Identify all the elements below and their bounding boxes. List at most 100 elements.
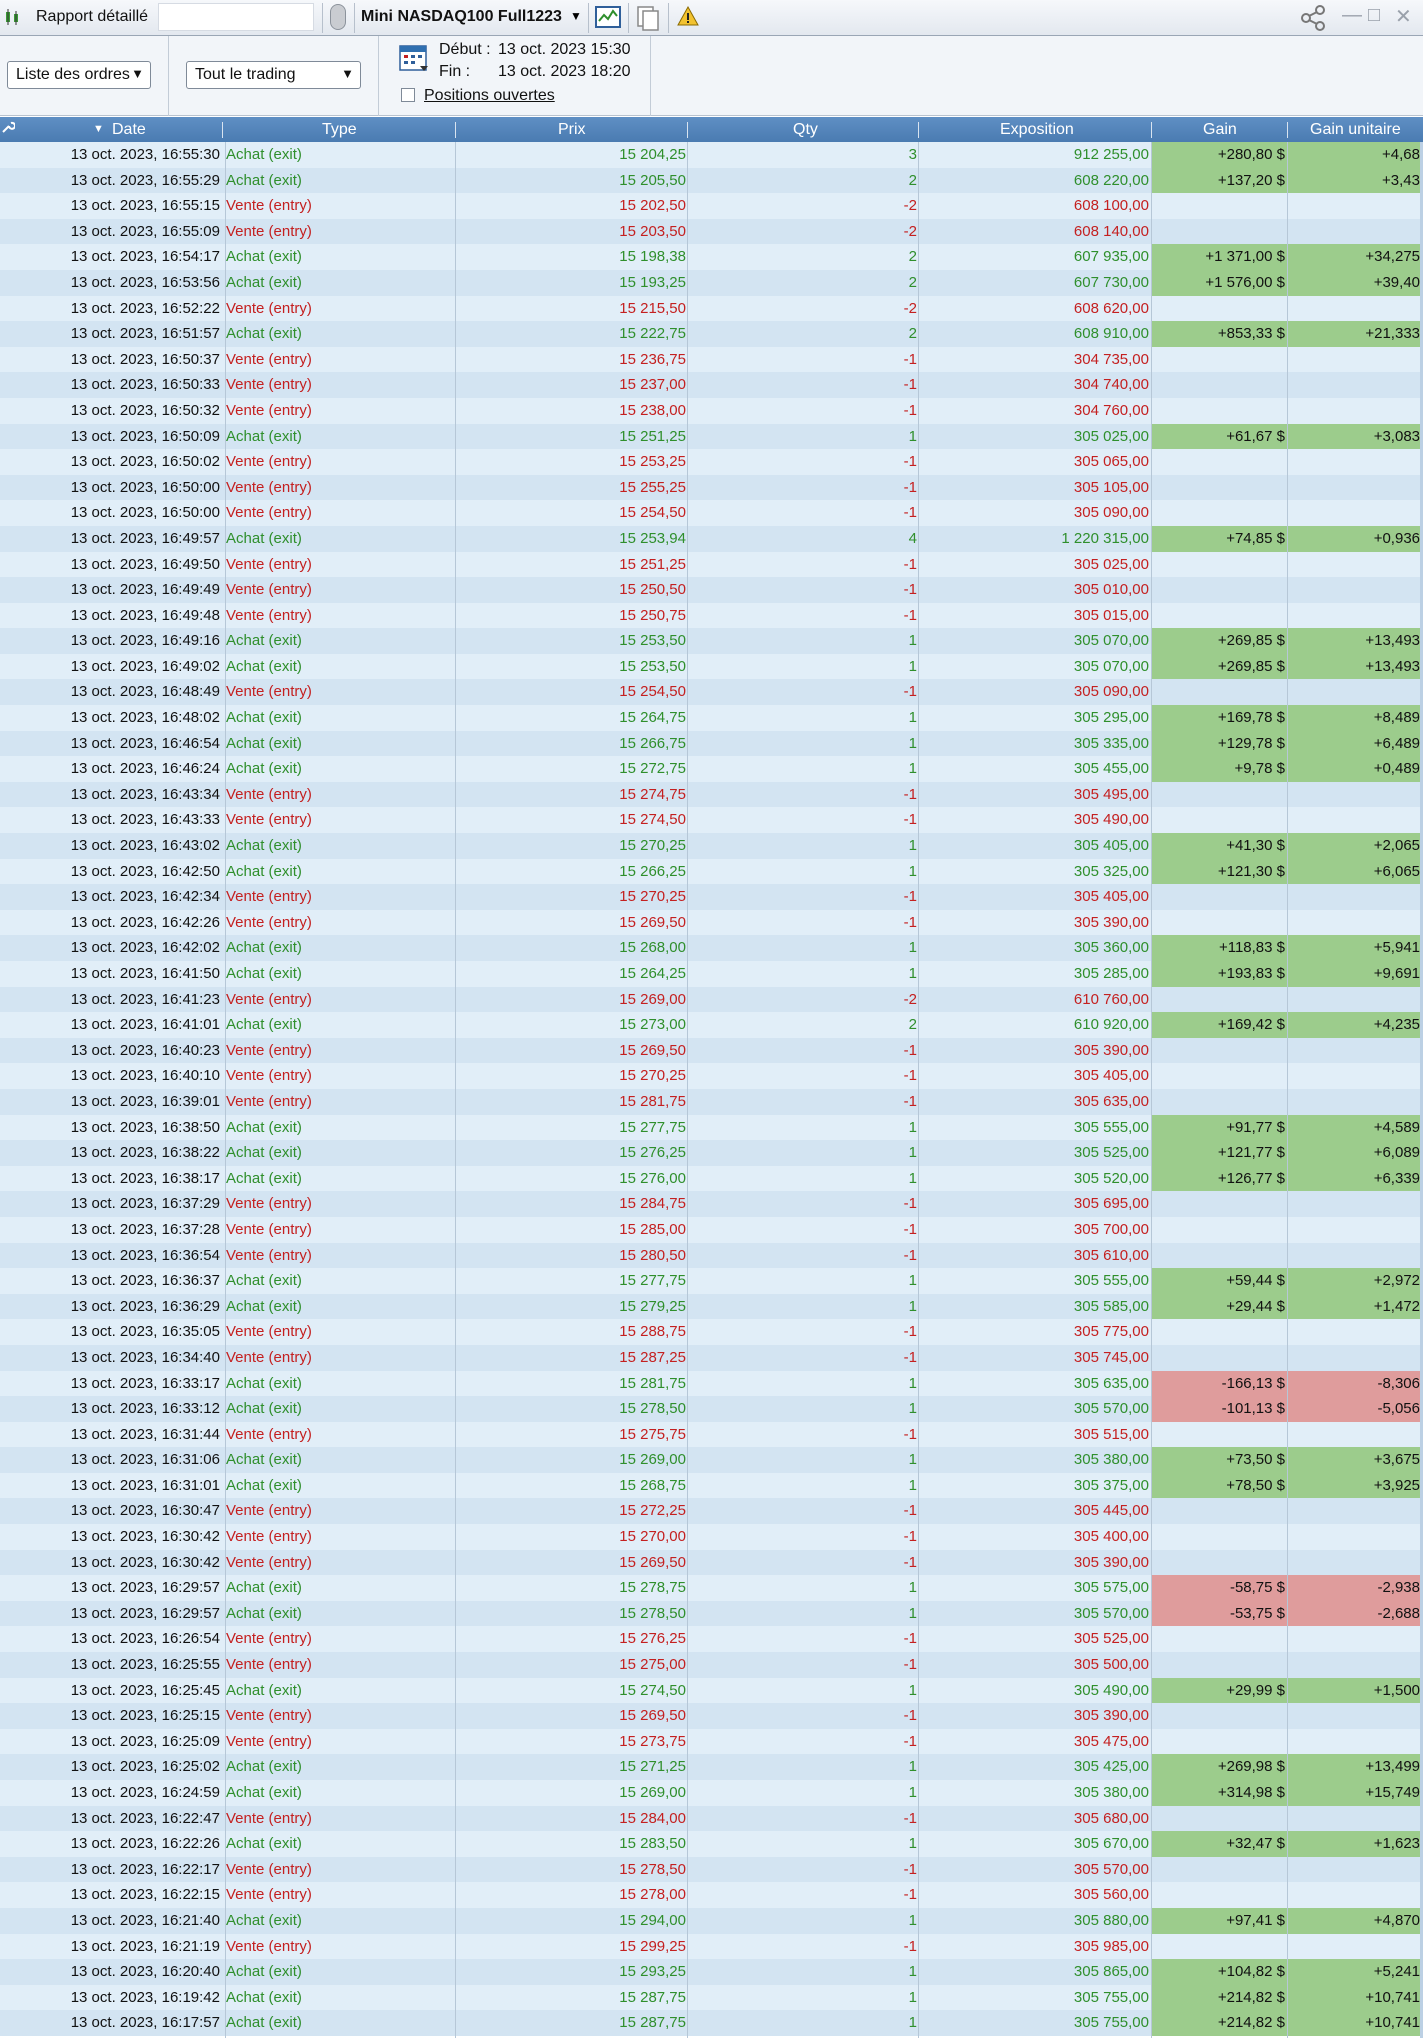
table-row[interactable]: 13 oct. 2023, 16:50:32 Vente (entry) 15 23… (0, 397, 1423, 424)
table-row[interactable]: 13 oct. 2023, 16:50:33 Vente (entry) 15 23… (0, 372, 1423, 398)
calendar-icon[interactable] (398, 42, 430, 74)
instrument-selector[interactable]: Mini NASDAQ100 Full1223 (361, 8, 562, 26)
share-icon[interactable] (1300, 4, 1330, 32)
table-row[interactable]: 13 oct. 2023, 16:41:50 Achat (exit) 15 264… (0, 961, 1423, 987)
table-row[interactable]: 13 oct. 2023, 16:25:02 Achat (exit) 15 271… (0, 1754, 1423, 1780)
table-row[interactable]: 13 oct. 2023, 16:26:54 Vente (entry) 15 27… (0, 1626, 1423, 1653)
table-row[interactable]: 13 oct. 2023, 16:49:16 Achat (exit) 15 253… (0, 628, 1423, 654)
table-row[interactable]: 13 oct. 2023, 16:42:26 Vente (entry) 15 26… (0, 909, 1423, 936)
table-row[interactable]: 13 oct. 2023, 16:46:54 Achat (exit) 15 266… (0, 730, 1423, 757)
table-row[interactable]: 13 oct. 2023, 16:50:09 Achat (exit) 15 251… (0, 423, 1423, 450)
table-row[interactable]: 13 oct. 2023, 16:43:02 Achat (exit) 15 270… (0, 833, 1423, 859)
table-row[interactable]: 13 oct. 2023, 16:41:01 Achat (exit) 15 273… (0, 1012, 1423, 1038)
table-row[interactable]: 13 oct. 2023, 16:38:50 Achat (exit) 15 277… (0, 1114, 1423, 1141)
table-row[interactable]: 13 oct. 2023, 16:37:29 Vente (entry) 15 28… (0, 1191, 1423, 1217)
table-row[interactable]: 13 oct. 2023, 16:30:42 Vente (entry) 15 26… (0, 1549, 1423, 1576)
column-header-qty[interactable]: Qty (793, 121, 818, 139)
table-row[interactable]: 13 oct. 2023, 16:36:37 Achat (exit) 15 277… (0, 1268, 1423, 1294)
table-row[interactable]: 13 oct. 2023, 16:50:02 Vente (entry) 15 25… (0, 449, 1423, 475)
table-row[interactable]: 13 oct. 2023, 16:49:57 Achat (exit) 15 253… (0, 525, 1423, 552)
table-row[interactable]: 13 oct. 2023, 16:38:17 Achat (exit) 15 276… (0, 1165, 1423, 1192)
table-row[interactable]: 13 oct. 2023, 16:33:12 Achat (exit) 15 278… (0, 1396, 1423, 1422)
table-row[interactable]: 13 oct. 2023, 16:30:42 Vente (entry) 15 27… (0, 1524, 1423, 1550)
wrench-icon[interactable] (1, 120, 15, 134)
table-row[interactable]: 13 oct. 2023, 16:49:48 Vente (entry) 15 25… (0, 602, 1423, 629)
close-icon[interactable]: ✕ (1395, 4, 1412, 29)
table-row[interactable]: 13 oct. 2023, 16:46:24 Achat (exit) 15 272… (0, 756, 1423, 782)
open-positions-label[interactable]: Positions ouvertes (424, 87, 555, 105)
table-row[interactable]: 13 oct. 2023, 16:21:19 Vente (entry) 15 29… (0, 1933, 1423, 1960)
table-row[interactable]: 13 oct. 2023, 16:24:59 Achat (exit) 15 269… (0, 1780, 1423, 1806)
column-header-type[interactable]: Type (322, 121, 357, 139)
account-field[interactable] (158, 3, 314, 31)
table-row[interactable]: 13 oct. 2023, 16:51:57 Achat (exit) 15 222… (0, 321, 1423, 347)
document-icon[interactable] (636, 5, 660, 31)
warning-icon[interactable] (677, 5, 699, 27)
table-row[interactable]: 13 oct. 2023, 16:55:09 Vente (entry) 15 20… (0, 218, 1423, 245)
table-row[interactable]: 13 oct. 2023, 16:52:22 Vente (entry) 15 21… (0, 295, 1423, 322)
column-header-exposition[interactable]: Exposition (1000, 121, 1074, 139)
table-row[interactable]: 13 oct. 2023, 16:50:00 Vente (entry) 15 25… (0, 500, 1423, 526)
chevron-down-icon[interactable]: ▼ (570, 9, 582, 23)
table-row[interactable]: 13 oct. 2023, 16:42:34 Vente (entry) 15 27… (0, 884, 1423, 910)
link-icon[interactable] (330, 4, 346, 30)
table-row[interactable]: 13 oct. 2023, 16:25:15 Vente (entry) 15 26… (0, 1703, 1423, 1729)
open-positions-checkbox[interactable] (401, 88, 415, 102)
table-row[interactable]: 13 oct. 2023, 16:55:29 Achat (exit) 15 205… (0, 167, 1423, 194)
table-row[interactable]: 13 oct. 2023, 16:30:47 Vente (entry) 15 27… (0, 1498, 1423, 1525)
table-row[interactable]: 13 oct. 2023, 16:42:50 Achat (exit) 15 266… (0, 858, 1423, 885)
table-row[interactable]: 13 oct. 2023, 16:50:00 Vente (entry) 15 25… (0, 474, 1423, 501)
table-row[interactable]: 13 oct. 2023, 16:34:40 Vente (entry) 15 28… (0, 1344, 1423, 1371)
table-row[interactable]: 13 oct. 2023, 16:29:57 Achat (exit) 15 278… (0, 1575, 1423, 1601)
table-row[interactable]: 13 oct. 2023, 16:31:06 Achat (exit) 15 269… (0, 1447, 1423, 1473)
column-header-date[interactable]: Date (112, 121, 146, 139)
minimize-icon[interactable]: — (1342, 4, 1362, 27)
table-row[interactable]: 13 oct. 2023, 16:35:05 Vente (entry) 15 28… (0, 1319, 1423, 1345)
table-row[interactable]: 13 oct. 2023, 16:40:10 Vente (entry) 15 27… (0, 1063, 1423, 1089)
order-list-select[interactable]: Liste des ordres ▼ (7, 61, 151, 89)
table-row[interactable]: 13 oct. 2023, 16:31:44 Vente (entry) 15 27… (0, 1421, 1423, 1448)
table-row[interactable]: 13 oct. 2023, 16:37:28 Vente (entry) 15 28… (0, 1216, 1423, 1243)
chart-icon[interactable] (595, 5, 621, 29)
table-row[interactable]: 13 oct. 2023, 16:50:37 Vente (entry) 15 23… (0, 346, 1423, 373)
table-row[interactable]: 13 oct. 2023, 16:22:17 Vente (entry) 15 27… (0, 1856, 1423, 1883)
table-row[interactable]: 13 oct. 2023, 16:42:02 Achat (exit) 15 268… (0, 935, 1423, 961)
table-row[interactable]: 13 oct. 2023, 16:17:57 Achat (exit) 15 287… (0, 2010, 1423, 2036)
table-row[interactable]: 13 oct. 2023, 16:20:40 Achat (exit) 15 293… (0, 1959, 1423, 1985)
table-row[interactable]: 13 oct. 2023, 16:54:17 Achat (exit) 15 198… (0, 244, 1423, 270)
table-row[interactable]: 13 oct. 2023, 16:40:23 Vente (entry) 15 26… (0, 1037, 1423, 1064)
sort-descending-icon[interactable]: ▼ (93, 123, 104, 135)
column-header-gain-unitaire[interactable]: Gain unitaire (1310, 121, 1401, 139)
table-row[interactable]: 13 oct. 2023, 16:31:01 Achat (exit) 15 268… (0, 1472, 1423, 1499)
table-row[interactable]: 13 oct. 2023, 16:49:02 Achat (exit) 15 253… (0, 653, 1423, 680)
table-row[interactable]: 13 oct. 2023, 16:33:17 Achat (exit) 15 281… (0, 1370, 1423, 1397)
table-row[interactable]: 13 oct. 2023, 16:55:15 Vente (entry) 15 20… (0, 193, 1423, 219)
table-row[interactable]: 13 oct. 2023, 16:36:29 Achat (exit) 15 279… (0, 1293, 1423, 1320)
table-row[interactable]: 13 oct. 2023, 16:55:30 Achat (exit) 15 204… (0, 142, 1423, 168)
table-row[interactable]: 13 oct. 2023, 16:36:54 Vente (entry) 15 28… (0, 1242, 1423, 1269)
table-row[interactable]: 13 oct. 2023, 16:39:01 Vente (entry) 15 28… (0, 1088, 1423, 1115)
table-row[interactable]: 13 oct. 2023, 16:25:45 Achat (exit) 15 274… (0, 1677, 1423, 1704)
column-header-gain[interactable]: Gain (1203, 121, 1237, 139)
table-row[interactable]: 13 oct. 2023, 16:22:15 Vente (entry) 15 27… (0, 1882, 1423, 1908)
table-row[interactable]: 13 oct. 2023, 16:48:49 Vente (entry) 15 25… (0, 679, 1423, 706)
table-row[interactable]: 13 oct. 2023, 16:22:26 Achat (exit) 15 283… (0, 1831, 1423, 1857)
table-row[interactable]: 13 oct. 2023, 16:48:02 Achat (exit) 15 264… (0, 705, 1423, 731)
column-header-prix[interactable]: Prix (558, 121, 586, 139)
table-row[interactable]: 13 oct. 2023, 16:25:09 Vente (entry) 15 27… (0, 1728, 1423, 1755)
table-row[interactable]: 13 oct. 2023, 16:41:23 Vente (entry) 15 26… (0, 986, 1423, 1013)
end-date[interactable]: 13 oct. 2023 18:20 (498, 63, 631, 81)
table-row[interactable]: 13 oct. 2023, 16:53:56 Achat (exit) 15 193… (0, 269, 1423, 296)
trading-scope-select[interactable]: Tout le trading ▼ (186, 61, 361, 89)
table-row[interactable]: 13 oct. 2023, 16:49:49 Vente (entry) 15 25… (0, 577, 1423, 603)
start-date[interactable]: 13 oct. 2023 15:30 (498, 41, 631, 59)
table-row[interactable]: 13 oct. 2023, 16:29:57 Achat (exit) 15 278… (0, 1600, 1423, 1627)
table-row[interactable]: 13 oct. 2023, 16:19:42 Achat (exit) 15 287… (0, 1984, 1423, 2011)
table-row[interactable]: 13 oct. 2023, 16:43:34 Vente (entry) 15 27… (0, 781, 1423, 808)
table-row[interactable]: 13 oct. 2023, 16:22:47 Vente (entry) 15 28… (0, 1805, 1423, 1832)
table-row[interactable]: 13 oct. 2023, 16:25:55 Vente (entry) 15 27… (0, 1652, 1423, 1678)
table-row[interactable]: 13 oct. 2023, 16:43:33 Vente (entry) 15 27… (0, 807, 1423, 834)
table-row[interactable]: 13 oct. 2023, 16:21:40 Achat (exit) 15 294… (0, 1907, 1423, 1934)
table-row[interactable]: 13 oct. 2023, 16:49:50 Vente (entry) 15 25… (0, 551, 1423, 578)
table-row[interactable]: 13 oct. 2023, 16:38:22 Achat (exit) 15 276… (0, 1140, 1423, 1166)
